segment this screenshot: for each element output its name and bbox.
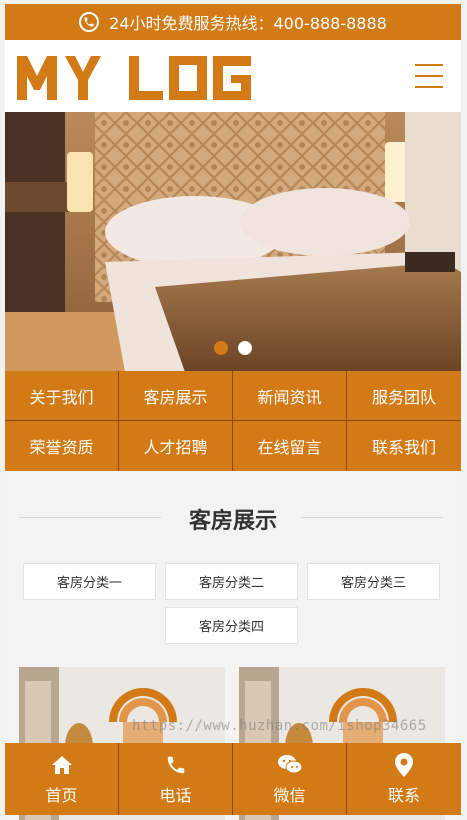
menu-icon[interactable] (415, 62, 443, 90)
hotline-bar[interactable]: 24小时免费服务热线：400-888-8888 (5, 4, 461, 40)
category-button-1[interactable]: 客房分类一 (23, 563, 156, 600)
site-logo[interactable] (17, 50, 263, 104)
nav-message[interactable]: 在线留言 (233, 421, 347, 471)
hero-banner[interactable] (5, 112, 461, 372)
bottom-wechat-label: 微信 (273, 786, 306, 805)
divider (301, 517, 443, 518)
carousel-dot-2[interactable] (238, 341, 252, 355)
bottom-wechat-button[interactable]: 微信 (233, 743, 347, 815)
nav-jobs[interactable]: 人才招聘 (119, 421, 233, 471)
nav-about[interactable]: 关于我们 (5, 371, 119, 421)
hotline-text: 24小时免费服务热线：400-888-8888 (109, 14, 387, 33)
phone-icon (79, 12, 100, 32)
category-button-2[interactable]: 客房分类二 (165, 563, 298, 600)
watermark-text: https://www.huzhan.com/ishop34665 (132, 718, 427, 734)
carousel-dot-1[interactable] (214, 341, 228, 355)
header (5, 40, 461, 112)
bottom-home-label: 首页 (45, 786, 78, 805)
section-title: 客房展示 (188, 509, 277, 534)
nav-grid: 关于我们 客房展示 新闻资讯 服务团队 荣誉资质 人才招聘 在线留言 联系我们 (5, 371, 461, 471)
category-button-3[interactable]: 客房分类三 (307, 563, 440, 600)
wechat-icon (277, 752, 303, 778)
bottom-contact-button[interactable]: 联系 (347, 743, 461, 815)
location-icon (391, 752, 417, 778)
carousel-dots (5, 341, 461, 355)
bottom-nav: 首页 电话 微信 联系 (5, 743, 461, 815)
bottom-contact-label: 联系 (387, 786, 420, 805)
nav-contact[interactable]: 联系我们 (347, 421, 461, 471)
bottom-phone-button[interactable]: 电话 (119, 743, 233, 815)
nav-rooms[interactable]: 客房展示 (119, 371, 233, 421)
home-icon (49, 752, 75, 778)
bottom-home-button[interactable]: 首页 (5, 743, 119, 815)
category-button-4[interactable]: 客房分类四 (165, 607, 298, 644)
nav-team[interactable]: 服务团队 (347, 371, 461, 421)
page: 24小时免费服务热线：400-888-8888 关于我们 客房展示 新闻资讯 服… (0, 0, 467, 820)
nav-news[interactable]: 新闻资讯 (233, 371, 347, 421)
bottom-phone-label: 电话 (159, 786, 192, 805)
hotel-room-image (5, 112, 461, 372)
phone-icon (163, 752, 189, 778)
nav-honors[interactable]: 荣誉资质 (5, 421, 119, 471)
